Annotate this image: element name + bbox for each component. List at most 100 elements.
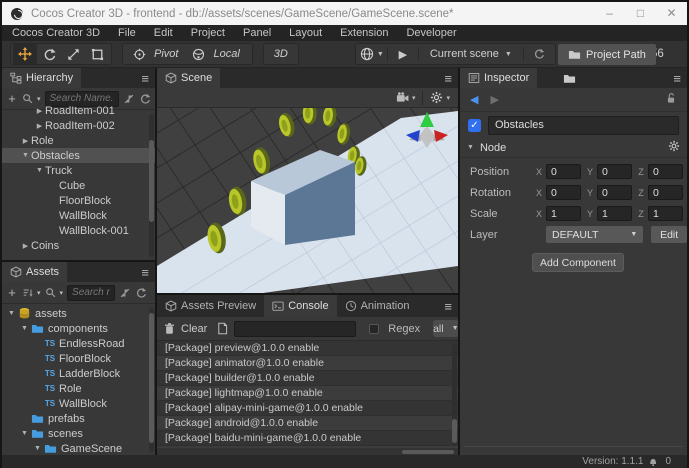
- asset-item-role[interactable]: TS Role: [2, 381, 155, 396]
- open-log-file-button[interactable]: [216, 322, 229, 335]
- rotation-x-input[interactable]: [546, 185, 581, 200]
- menu-item-developer[interactable]: Developer: [397, 25, 465, 41]
- log-level-dropdown[interactable]: all ▼: [433, 320, 458, 337]
- asset-item-scenes[interactable]: ▼ scenes: [2, 426, 155, 441]
- tree-expand-arrow[interactable]: ▶: [20, 137, 31, 145]
- tree-expand-arrow[interactable]: ▼: [19, 430, 30, 437]
- tab-console[interactable]: Console: [264, 295, 337, 317]
- pivot-toggle-button[interactable]: [127, 44, 151, 64]
- console-filter-input[interactable]: [234, 320, 357, 337]
- asset-item-assets[interactable]: ▼ assets: [2, 306, 155, 321]
- inspector-back-button[interactable]: ◀: [470, 93, 478, 106]
- scene-panel-menu-button[interactable]: ≡: [444, 68, 452, 88]
- rotate-tool-button[interactable]: [37, 44, 61, 64]
- tab-scene[interactable]: Scene: [157, 68, 221, 88]
- tab-assets[interactable]: Assets: [2, 262, 68, 282]
- rect-tool-button[interactable]: [85, 44, 109, 64]
- minimize-button[interactable]: –: [594, 2, 625, 25]
- regex-checkbox[interactable]: [369, 323, 380, 334]
- node-name-field[interactable]: [488, 115, 679, 135]
- asset-search-filter-button[interactable]: ▾: [45, 287, 63, 299]
- tree-expand-arrow[interactable]: ▼: [6, 310, 17, 317]
- tree-expand-arrow[interactable]: ▼: [20, 152, 31, 159]
- scale-x-input[interactable]: [546, 206, 581, 221]
- console-scrollbar[interactable]: [452, 343, 457, 445]
- layer-dropdown[interactable]: DEFAULT ▼: [546, 226, 644, 243]
- local-label[interactable]: Local: [213, 48, 239, 60]
- clear-label[interactable]: Clear: [181, 323, 207, 335]
- tab-inspector[interactable]: Inspector: [460, 68, 538, 88]
- hierarchy-item-floorblock[interactable]: FloorBlock: [2, 193, 155, 208]
- asset-item-floorblock[interactable]: TS FloorBlock: [2, 351, 155, 366]
- coordinate-toggle-button[interactable]: [186, 44, 210, 64]
- asset-item-wallblock[interactable]: TS WallBlock: [2, 396, 155, 411]
- hierarchy-item-cube[interactable]: Cube: [2, 178, 155, 193]
- move-tool-button[interactable]: [13, 44, 37, 64]
- sort-assets-button[interactable]: ▾: [22, 287, 41, 299]
- mode-3d-button[interactable]: 3D: [266, 48, 296, 60]
- tree-expand-arrow[interactable]: ▼: [32, 445, 43, 452]
- camera-settings-button[interactable]: ▾: [396, 91, 415, 104]
- scale-y-input[interactable]: [597, 206, 632, 221]
- collapse-all-button[interactable]: [119, 287, 131, 299]
- asset-item-gamescene[interactable]: ▼ GameScene: [2, 441, 155, 455]
- scale-z-input[interactable]: [648, 206, 683, 221]
- inspector-forward-button[interactable]: ▶: [490, 93, 498, 106]
- rotation-z-input[interactable]: [648, 185, 683, 200]
- hierarchy-item-wallblock-001[interactable]: WallBlock-001: [2, 223, 155, 238]
- tab-assets-preview[interactable]: Assets Preview: [157, 295, 264, 317]
- assets-search-input[interactable]: [67, 284, 116, 301]
- asset-item-ladderblock[interactable]: TS LadderBlock: [2, 366, 155, 381]
- menu-item-edit[interactable]: Edit: [145, 25, 182, 41]
- tree-expand-arrow[interactable]: ▼: [34, 167, 45, 174]
- asset-item-prefabs[interactable]: prefabs: [2, 411, 155, 426]
- hierarchy-item-obstacles[interactable]: ▼ Obstacles: [2, 148, 155, 163]
- menu-item-layout[interactable]: Layout: [280, 25, 331, 41]
- menu-item-cocos-creator-3d[interactable]: Cocos Creator 3D: [12, 25, 109, 41]
- tree-expand-arrow[interactable]: ▶: [34, 107, 45, 115]
- project-path-button[interactable]: Project Path: [558, 44, 656, 65]
- tab-hierarchy[interactable]: Hierarchy: [2, 68, 82, 88]
- hierarchy-item-truck[interactable]: ▼ Truck: [2, 163, 155, 178]
- scale-tool-button[interactable]: [61, 44, 85, 64]
- tree-expand-arrow[interactable]: ▶: [20, 242, 31, 250]
- scene-viewport[interactable]: [157, 108, 458, 293]
- docked-folder-tab[interactable]: [563, 68, 576, 88]
- console-panel-menu-button[interactable]: ≡: [444, 295, 452, 317]
- tree-expand-arrow[interactable]: ▼: [19, 325, 30, 332]
- rotation-y-input[interactable]: [597, 185, 632, 200]
- hierarchy-item-wallblock[interactable]: WallBlock: [2, 208, 155, 223]
- close-button[interactable]: ✕: [656, 2, 687, 25]
- scene-select-dropdown[interactable]: Current scene ▼: [422, 44, 520, 64]
- refresh-preview-button[interactable]: [527, 44, 551, 64]
- menu-item-file[interactable]: File: [109, 25, 145, 41]
- lock-inspector-button[interactable]: [665, 91, 677, 109]
- hierarchy-item-coins[interactable]: ▶ Coins: [2, 238, 155, 253]
- hierarchy-panel-menu-button[interactable]: ≡: [141, 68, 149, 88]
- add-node-button[interactable]: +: [6, 92, 18, 105]
- hierarchy-item-role[interactable]: ▶ Role: [2, 133, 155, 148]
- refresh-assets-button[interactable]: [135, 286, 147, 299]
- hierarchy-scrollbar[interactable]: [149, 114, 154, 257]
- preview-platform-button[interactable]: ▼: [360, 44, 384, 64]
- position-y-input[interactable]: [597, 164, 632, 179]
- menu-item-panel[interactable]: Panel: [234, 25, 280, 41]
- node-section-collapse-arrow[interactable]: ▼: [467, 144, 474, 151]
- pivot-label[interactable]: Pivot: [154, 48, 178, 60]
- hierarchy-item-roaditem-002[interactable]: ▶ RoadItem-002: [2, 118, 155, 133]
- assets-panel-menu-button[interactable]: ≡: [141, 262, 149, 282]
- node-active-checkbox[interactable]: ✓: [468, 118, 481, 132]
- play-button[interactable]: ▶: [391, 44, 415, 64]
- assets-scrollbar[interactable]: [149, 308, 154, 452]
- node-settings-button[interactable]: [668, 139, 680, 157]
- menu-item-project[interactable]: Project: [182, 25, 234, 41]
- console-horizontal-scrollbar[interactable]: [157, 448, 458, 455]
- add-component-button[interactable]: Add Component: [532, 253, 624, 272]
- menu-item-extension[interactable]: Extension: [331, 25, 397, 41]
- tree-expand-arrow[interactable]: ▶: [34, 122, 45, 130]
- add-asset-button[interactable]: +: [6, 286, 18, 299]
- clear-console-button[interactable]: [163, 322, 176, 335]
- asset-item-endlessroad[interactable]: TS EndlessRoad: [2, 336, 155, 351]
- bell-icon[interactable]: [648, 456, 660, 468]
- inspector-panel-menu-button[interactable]: ≡: [673, 68, 681, 88]
